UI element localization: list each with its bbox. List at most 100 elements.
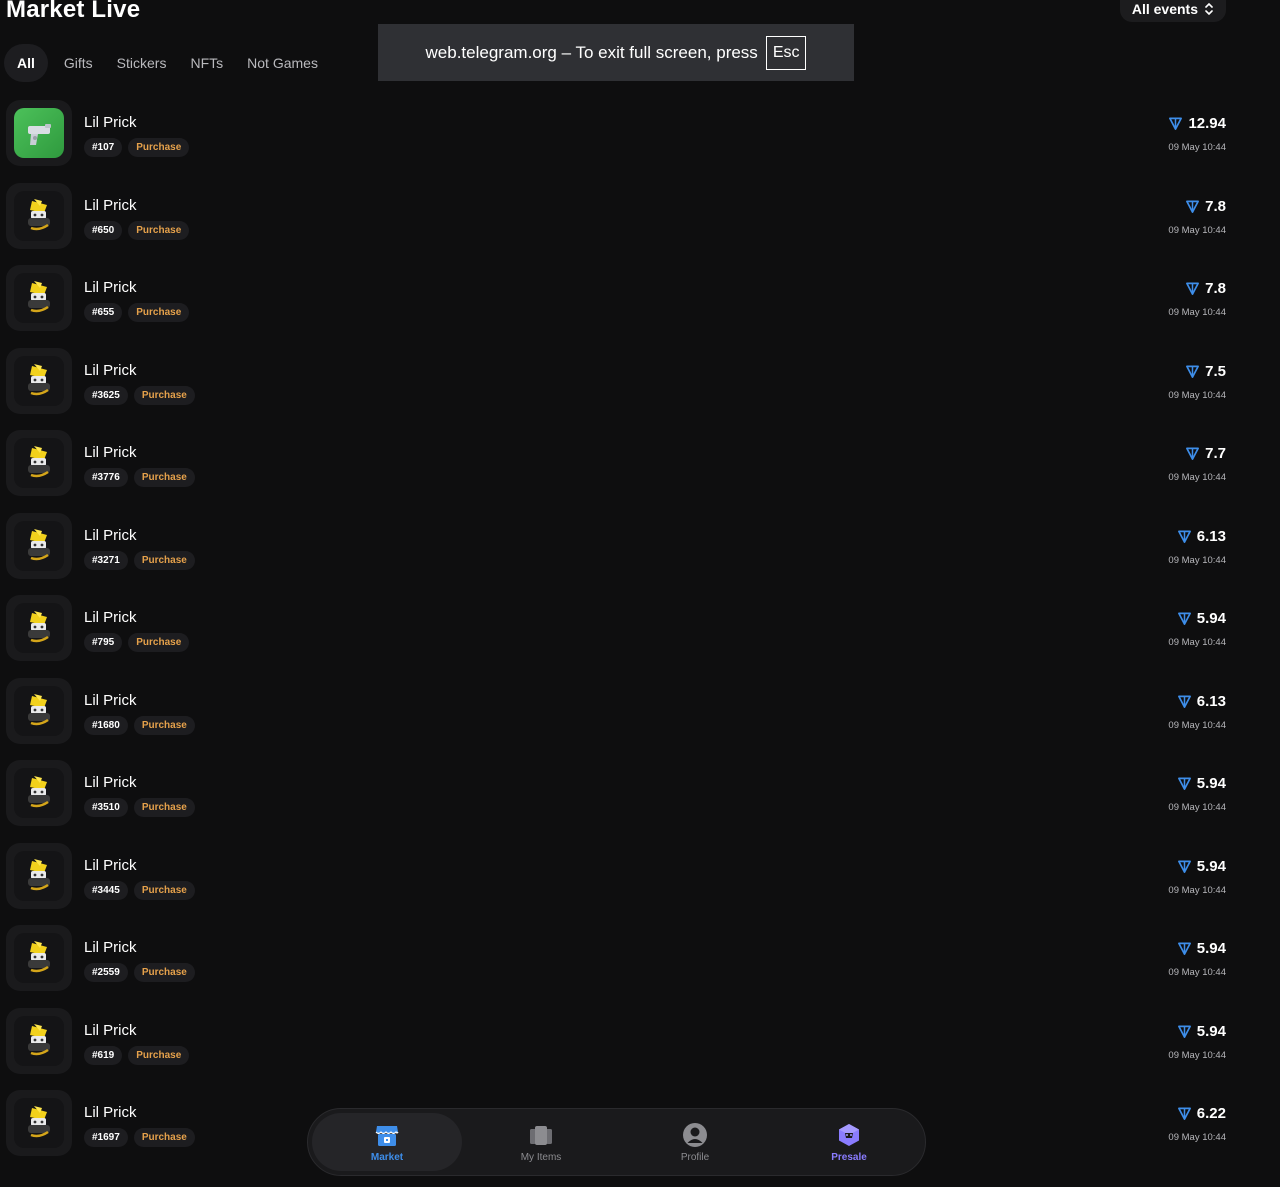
list-item[interactable]: Lil Prick #655 Purchase 7.8 09 May 10:44 xyxy=(0,265,1280,348)
item-name: Lil Prick xyxy=(84,526,137,544)
item-price: 7.8 xyxy=(1185,198,1226,215)
list-item[interactable]: Lil Prick #3625 Purchase 7.5 09 May 10:44 xyxy=(0,347,1280,431)
nav-market-label: Market xyxy=(370,1151,404,1163)
ton-icon xyxy=(1177,942,1191,955)
character-icon xyxy=(28,776,50,808)
item-thumbnail[interactable] xyxy=(6,677,72,744)
item-price-value: 6.22 xyxy=(1196,1105,1226,1122)
item-price-value: 5.94 xyxy=(1196,610,1226,627)
event-type-badge: Purchase xyxy=(133,468,195,487)
item-badges: #1680 Purchase xyxy=(84,715,195,735)
item-thumbnail[interactable] xyxy=(6,182,72,249)
ton-icon xyxy=(1186,282,1200,295)
item-thumbnail[interactable] xyxy=(6,265,72,331)
event-type-badge: Purchase xyxy=(133,798,195,817)
item-badges: #3776 Purchase xyxy=(84,468,195,487)
character-icon xyxy=(28,1106,50,1138)
character-icon xyxy=(28,611,50,643)
item-name: Lil Prick xyxy=(84,196,137,214)
list-item[interactable]: Lil Prick #107 Purchase 12.94 09 May 10:44 xyxy=(0,100,1280,183)
event-type-badge: Purchase xyxy=(133,963,195,982)
item-timestamp: 09 May 10:44 xyxy=(1168,637,1226,648)
item-number-badge: #650 xyxy=(84,220,123,240)
ton-icon xyxy=(1177,612,1191,625)
item-price-value: 7.8 xyxy=(1205,280,1226,297)
nav-profile[interactable]: Profile xyxy=(620,1113,770,1171)
cards-icon xyxy=(530,1125,552,1145)
fullscreen-notice: web.telegram.org – To exit full screen, … xyxy=(378,24,854,81)
item-price: 12.94 xyxy=(1168,115,1226,132)
item-name: Lil Prick xyxy=(84,361,137,379)
item-thumbnail[interactable] xyxy=(6,925,72,991)
list-item[interactable]: Lil Prick #795 Purchase 5.94 09 May 10:44 xyxy=(0,595,1280,678)
list-item[interactable]: Lil Prick #619 Purchase 5.94 09 May 10:44 xyxy=(0,1007,1280,1091)
item-price-value: 12.94 xyxy=(1188,115,1226,132)
ton-icon xyxy=(1177,1025,1191,1038)
item-name: Lil Prick xyxy=(84,114,137,131)
list-item[interactable]: Lil Prick #3776 Purchase 7.7 09 May 10:44 xyxy=(0,430,1280,513)
ton-icon xyxy=(1177,777,1191,790)
item-name: Lil Prick xyxy=(84,444,137,461)
item-timestamp: 09 May 10:44 xyxy=(1168,389,1226,401)
list-item[interactable]: Lil Prick #3271 Purchase 6.13 09 May 10:44 xyxy=(0,512,1280,596)
item-thumbnail[interactable] xyxy=(6,347,72,414)
profile-icon xyxy=(683,1122,707,1147)
item-number-badge: #3445 xyxy=(84,880,128,900)
item-price: 5.94 xyxy=(1177,940,1226,957)
item-badges: #1697 Purchase xyxy=(84,1128,195,1147)
list-item[interactable]: Lil Prick #3510 Purchase 5.94 09 May 10:44 xyxy=(0,760,1280,843)
tab-not-games[interactable]: Not Games xyxy=(235,44,330,82)
item-price-value: 7.7 xyxy=(1205,445,1226,462)
item-badges: #107 Purchase xyxy=(84,138,190,157)
item-thumbnail[interactable] xyxy=(6,512,72,579)
item-price: 5.94 xyxy=(1177,1023,1226,1040)
item-thumbnail[interactable] xyxy=(6,595,72,661)
item-timestamp: 09 May 10:44 xyxy=(1168,224,1226,236)
item-thumbnail[interactable] xyxy=(6,760,72,826)
item-badges: #3510 Purchase xyxy=(84,798,195,817)
item-number-badge: #3776 xyxy=(84,468,128,487)
esc-key: Esc xyxy=(765,35,807,70)
item-price: 5.94 xyxy=(1177,610,1226,627)
item-number-badge: #1697 xyxy=(84,1128,128,1147)
category-tabs: All Gifts Stickers NFTs Not Games xyxy=(4,44,330,82)
tab-nfts[interactable]: NFTs xyxy=(178,44,235,82)
item-badges: #2559 Purchase xyxy=(84,963,195,982)
events-filter-label: All events xyxy=(1131,1,1198,17)
item-name: Lil Prick xyxy=(84,939,137,956)
nav-presale[interactable]: Presale xyxy=(774,1113,924,1171)
tab-all[interactable]: All xyxy=(4,44,48,82)
item-name: Lil Prick xyxy=(84,609,137,626)
item-badges: #3625 Purchase xyxy=(84,385,195,405)
ton-icon xyxy=(1177,530,1191,543)
chevron-up-down-icon xyxy=(1205,3,1213,15)
item-thumbnail[interactable] xyxy=(6,100,72,166)
item-price: 6.13 xyxy=(1177,693,1226,710)
list-item[interactable]: Lil Prick #2559 Purchase 5.94 09 May 10:44 xyxy=(0,925,1280,1008)
events-filter-button[interactable]: All events xyxy=(1119,0,1226,22)
list-item[interactable]: Lil Prick #3445 Purchase 5.94 09 May 10:44 xyxy=(0,842,1280,926)
item-number-badge: #107 xyxy=(84,138,123,157)
ton-icon xyxy=(1169,117,1183,130)
item-number-badge: #795 xyxy=(84,633,123,652)
item-thumbnail[interactable] xyxy=(6,842,72,909)
event-type-badge: Purchase xyxy=(128,138,190,157)
event-type-badge: Purchase xyxy=(133,880,195,900)
item-thumbnail[interactable] xyxy=(6,430,72,496)
tab-gifts[interactable]: Gifts xyxy=(52,44,105,82)
item-price-value: 6.13 xyxy=(1196,692,1226,710)
ton-icon xyxy=(1177,1107,1191,1120)
item-thumbnail[interactable] xyxy=(6,1007,72,1074)
event-type-badge: Purchase xyxy=(128,1045,190,1065)
item-price: 5.94 xyxy=(1177,858,1226,875)
nav-market[interactable]: Market xyxy=(312,1113,462,1171)
item-name: Lil Prick xyxy=(84,691,137,709)
ton-icon xyxy=(1186,365,1200,378)
nav-my-items[interactable]: My Items xyxy=(466,1113,616,1171)
list-item[interactable]: Lil Prick #650 Purchase 7.8 09 May 10:44 xyxy=(0,182,1280,266)
item-thumbnail[interactable] xyxy=(6,1090,72,1156)
character-icon xyxy=(28,446,50,478)
list-item[interactable]: Lil Prick #1680 Purchase 6.13 09 May 10:44 xyxy=(0,677,1280,761)
item-name: Lil Prick xyxy=(84,1021,137,1039)
tab-stickers[interactable]: Stickers xyxy=(105,44,179,82)
